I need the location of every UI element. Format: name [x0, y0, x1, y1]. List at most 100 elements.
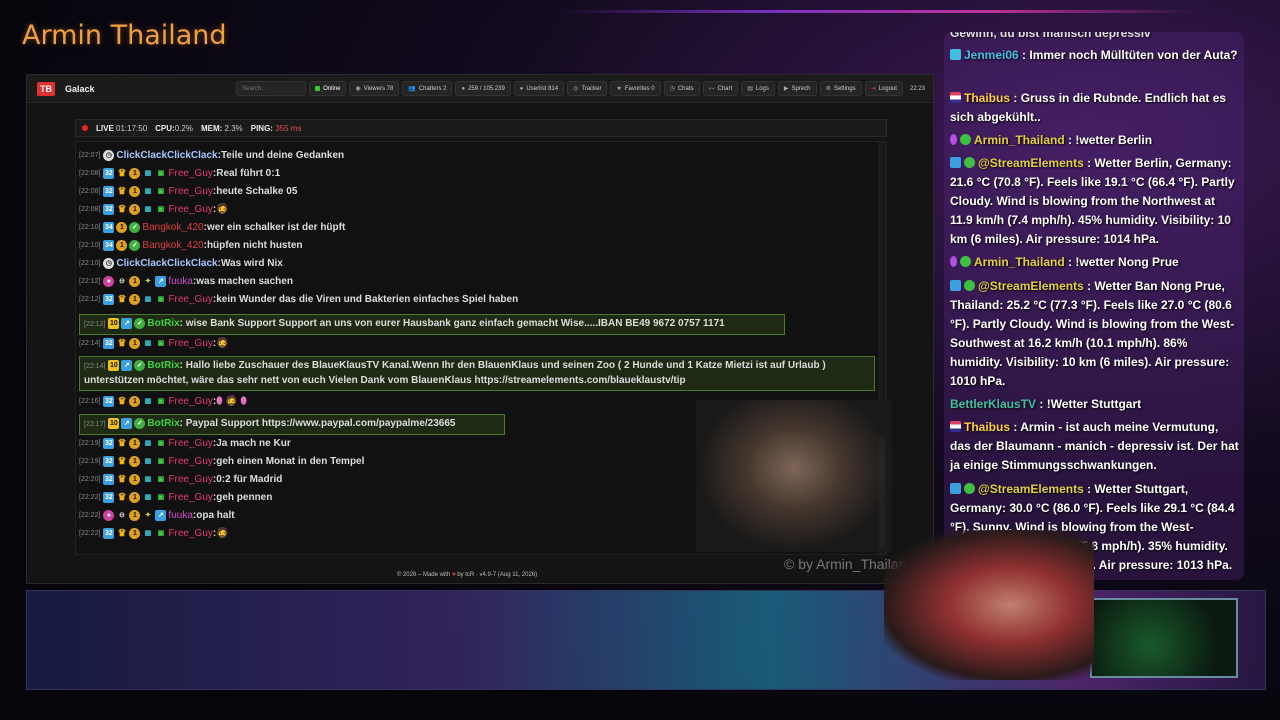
level-badge-icon: 10	[108, 317, 120, 329]
chat-username[interactable]: Free_Guy	[168, 396, 212, 407]
chat-username[interactable]: Free_Guy	[168, 474, 212, 485]
chat-message: [22:10] 34 1 ✓ Bangkok_420: hüpfen nicht hus…	[79, 240, 303, 251]
gift-icon: ▣	[157, 398, 165, 405]
gift-icon: ▣	[157, 170, 165, 177]
gift-icon: ▣	[157, 206, 165, 213]
chat-username[interactable]: fuuka	[168, 510, 192, 521]
viewers-button[interactable]: ◉ Viewers 78	[349, 81, 400, 96]
sub-badge-icon: 32	[103, 474, 115, 485]
chat-username[interactable]: BotRix	[147, 318, 179, 329]
chat-username[interactable]: ClickClackClickClack	[116, 150, 217, 161]
crown-icon: ♛	[117, 456, 127, 467]
sub-badge-icon: 32	[103, 204, 115, 215]
crown-icon: ♛	[117, 474, 127, 485]
crown-icon: ♛	[117, 186, 127, 197]
cpu-stat: CPU:0.2%	[155, 123, 193, 133]
chat-message: [22:08] 32 ♛ 1 ▦ ▣ Free_Guy: heute Schalke 05	[79, 186, 298, 197]
messages-button[interactable]: ● 259 / 105.239	[455, 81, 511, 96]
decorative-frame	[1090, 598, 1238, 678]
sub-badge-icon: 34	[103, 222, 115, 233]
overlay-message: Gewinn, du bist manisch depressiv	[950, 32, 1151, 40]
verified-icon: ✓	[129, 222, 141, 233]
chat-username[interactable]: Free_Guy	[168, 528, 212, 539]
chat-username[interactable]: Free_Guy	[168, 492, 212, 503]
arrow-badge-icon	[950, 483, 961, 494]
chat-username[interactable]: Free_Guy	[168, 338, 212, 349]
chat-username[interactable]: BotRix	[147, 418, 179, 429]
chat-username[interactable]: ClickClackClickClack	[116, 258, 217, 269]
badge-icon: ▦	[144, 170, 152, 177]
overlay-message: @StreamElements : Wetter Ban Nong Prue, …	[950, 279, 1235, 388]
chat-message: [22:14] 32 ♛ 1 ▦ ▣ Free_Guy: 🧔	[79, 338, 229, 349]
chat-message: [22:22] ● ⊖ 1 ✦ ↗ fuuka: opa halt	[79, 510, 235, 521]
chat-username[interactable]: Free_Guy	[168, 168, 212, 179]
chat-username[interactable]: Free_Guy	[168, 204, 212, 215]
tracker-button[interactable]: ◎ Tracker	[567, 81, 608, 96]
sprech-button[interactable]: ▶ Sprech	[777, 81, 817, 96]
gift-icon: ▣	[157, 296, 165, 303]
chat-username[interactable]: Bangkok_420	[142, 240, 203, 251]
favorites-button[interactable]: ★ Favorites 0	[610, 81, 661, 96]
online-button[interactable]: Online	[309, 81, 347, 96]
crown-icon: ♛	[117, 338, 127, 349]
chat-message: [22:22] 32 ♛ 1 ▦ ▣ Free_Guy: geh pennen	[79, 492, 273, 503]
gift-icon: ▣	[157, 440, 165, 447]
chart-button[interactable]: 〰 Chart	[702, 81, 739, 96]
sub-badge-icon: 32	[103, 168, 115, 179]
app-brand: Galack	[65, 83, 95, 94]
chat-username[interactable]: Free_Guy	[168, 456, 212, 467]
logout-button[interactable]: ⇥ Logout	[864, 81, 903, 96]
overlay-message: Armin_Thailand : !wetter Berlin	[950, 131, 1240, 150]
chat-message: [22:19] 32 ♛ 1 ▦ ▣ Free_Guy: Ja mach ne Kur	[79, 438, 291, 449]
badge-icon: ▦	[144, 340, 152, 347]
log-icon: ▤	[747, 86, 753, 92]
highlighted-chat-message: [22:12] 10 ↗ ✓ BotRix: wise Bank Support Sup…	[79, 314, 785, 335]
app-logo: TB	[37, 81, 55, 96]
highlighted-chat-message: [22:14] 10 ↗ ✓ BotRix: Hallo liebe Zuschauer…	[79, 356, 875, 391]
chat-username[interactable]: Free_Guy	[168, 294, 212, 305]
chats-button[interactable]: ◷ Chats	[663, 81, 700, 96]
badge-icon: ▦	[144, 398, 152, 405]
logout-icon: ⇥	[870, 86, 876, 92]
settings-button[interactable]: ⚙ Settings	[819, 81, 862, 96]
live-label: LIVE 01:17:50	[96, 123, 148, 133]
chat-username[interactable]: Free_Guy	[168, 438, 212, 449]
sub-badge-icon: 32	[103, 294, 115, 305]
sub-badge-icon: 32	[103, 456, 115, 467]
verified-icon: ✓	[134, 359, 146, 371]
overlay-message: @StreamElements : Wetter Berlin, Germany…	[950, 156, 1235, 246]
mem-stat: MEM: 2.3%	[200, 123, 243, 133]
glasses-icon: ⊖	[118, 512, 125, 519]
users-icon: 👥	[408, 86, 416, 92]
userlist-button[interactable]: ● Userlist 814	[513, 81, 565, 96]
chat-username[interactable]: Bangkok_420	[142, 222, 203, 233]
emote-icon: ⬮ 🧔 ⬮	[216, 396, 247, 407]
chat-message: [22:12] 32 ♛ 1 ▦ ▣ Free_Guy: kein Wunder das di…	[79, 294, 519, 305]
glasses-icon: ⊖	[118, 278, 125, 285]
coin-badge-icon: 1	[129, 294, 141, 305]
mic-icon	[950, 134, 957, 145]
sparkle-icon: ✦	[144, 278, 151, 285]
search-input[interactable]: Search...	[236, 81, 307, 96]
arrow-badge-icon: ↗	[121, 359, 133, 371]
crown-icon: ♛	[117, 438, 127, 449]
logs-button[interactable]: ▤ Logs	[741, 81, 775, 96]
crown-icon: ♛	[117, 492, 127, 503]
chat-username[interactable]: fuuka	[168, 276, 192, 287]
highlighted-chat-message: [22:17] 10 ↗ ✓ BotRix: Paypal Support https:…	[79, 414, 505, 435]
sub-badge-icon: 32	[103, 338, 115, 349]
crown-icon: ♛	[117, 204, 127, 215]
gift-icon: ▣	[157, 188, 165, 195]
coin-badge-icon: 1	[129, 168, 141, 179]
chatters-button[interactable]: 👥 Chatters 2	[402, 81, 453, 96]
badge-icon: ▦	[144, 296, 152, 303]
chat-username[interactable]: Free_Guy	[168, 186, 212, 197]
sub-badge-icon: 34	[103, 240, 115, 251]
chat-username[interactable]: BotRix	[147, 360, 179, 371]
emote-icon: 🧔	[216, 204, 229, 215]
coin-badge-icon: 1	[129, 474, 141, 485]
flag-icon	[950, 92, 961, 103]
heart-icon: ♥	[451, 572, 456, 578]
coin-badge-icon: 1	[116, 222, 128, 233]
arrow-badge-icon: ↗	[121, 417, 133, 429]
